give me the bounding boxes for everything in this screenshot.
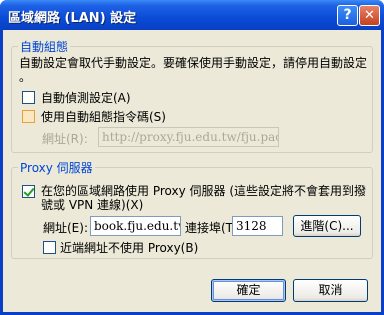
script-address-input[interactable]: http://proxy.fju.edu.tw/fju.pac [98, 127, 279, 147]
bypass-local-label[interactable]: 近端網址不使用 Proxy(B) [60, 239, 198, 256]
help-button[interactable]: ? [337, 5, 358, 26]
title-bar[interactable]: 區域網路 (LAN) 設定 ? ✕ [0, 0, 384, 30]
dialog-body: 自動組態 自動設定會取代手動設定。要確保使用手動設定，請停用自動設定 。 自動偵… [3, 30, 381, 312]
auto-detect-checkbox[interactable] [22, 91, 35, 104]
window-title: 區域網路 (LAN) 設定 [8, 11, 137, 26]
close-button[interactable]: ✕ [359, 5, 380, 26]
use-proxy-checkbox[interactable] [22, 185, 35, 198]
use-auto-config-script-label[interactable]: 使用自動組態指令碼(S) [41, 108, 166, 125]
ok-button[interactable]: 確定 [211, 279, 286, 302]
bypass-local-checkbox[interactable] [43, 241, 56, 254]
auto-config-description-line2: 。 [19, 70, 32, 84]
auto-detect-label[interactable]: 自動偵測設定(A) [41, 89, 131, 106]
proxy-port-input[interactable]: 3128 [232, 216, 283, 236]
use-auto-config-script-checkbox[interactable] [22, 110, 35, 123]
auto-config-group-label: 自動組態 [18, 38, 71, 55]
cancel-button[interactable]: 取消 [293, 279, 368, 302]
auto-config-description-line1: 自動設定會取代手動設定。要確保使用手動設定，請停用自動設定 [19, 56, 368, 70]
lan-settings-dialog: 區域網路 (LAN) 設定 ? ✕ 自動組態 自動設定會取代手動設定。要確保使用… [0, 0, 384, 315]
proxy-server-group-label: Proxy 伺服器 [18, 159, 95, 176]
advanced-button[interactable]: 進階(C)... [293, 215, 361, 237]
use-proxy-label-line2[interactable]: 號或 VPN 連線)(X) [41, 196, 143, 213]
script-address-label: 網址(R): [42, 132, 88, 146]
proxy-address-label: 網址(E): [43, 221, 88, 235]
proxy-address-input[interactable]: book.fju.edu.tw [90, 216, 181, 236]
